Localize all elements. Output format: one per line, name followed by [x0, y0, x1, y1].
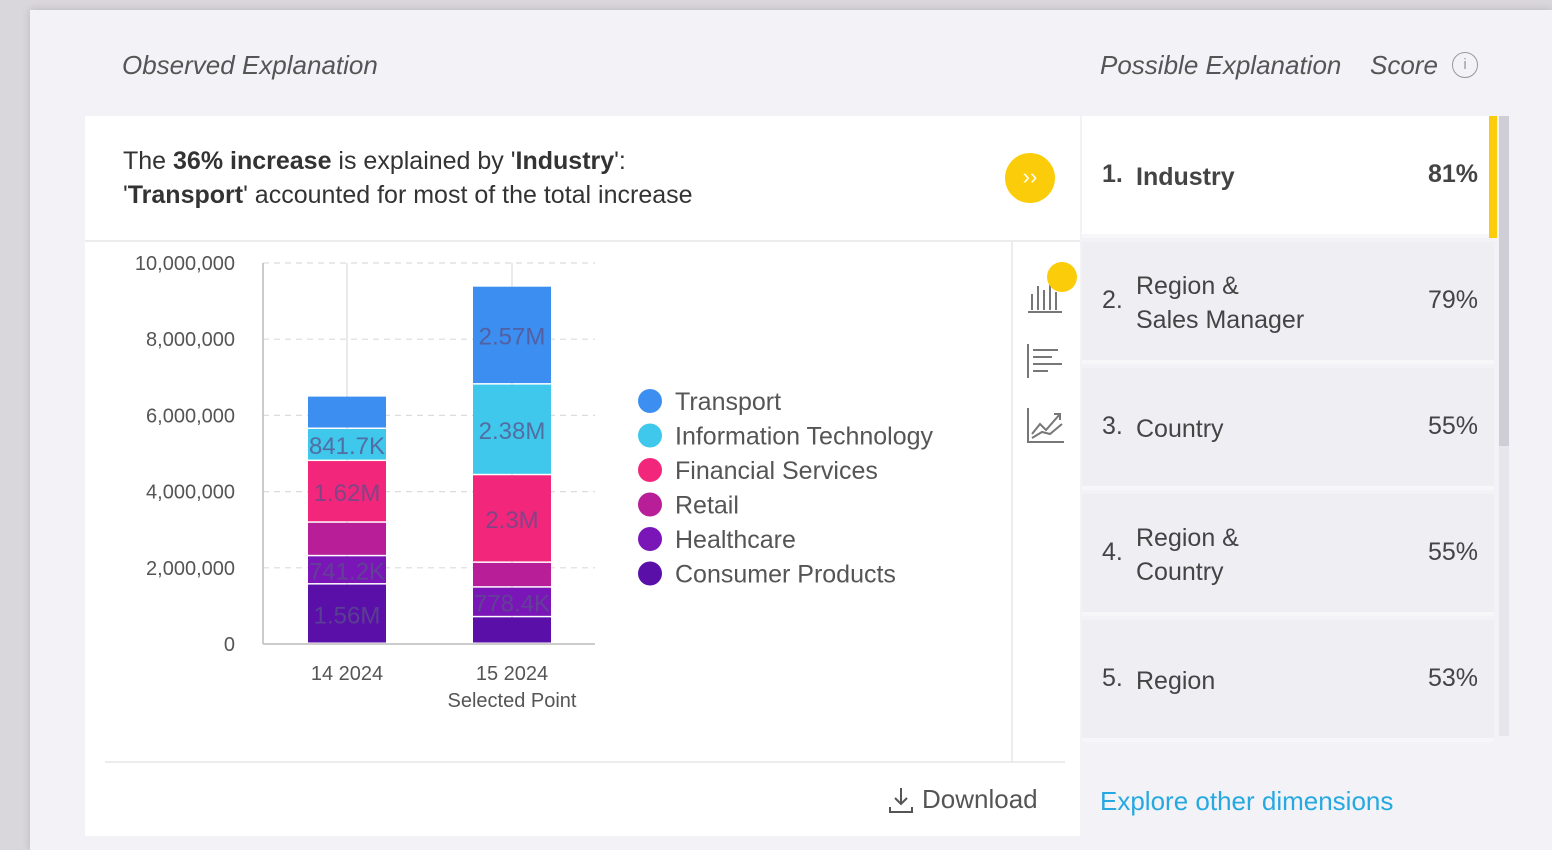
explanation-label: Region & Sales Manager — [1136, 272, 1305, 334]
explanation-row[interactable]: 3. Country 55% — [1082, 368, 1494, 490]
possible-explanation-header: Possible Explanation — [1100, 50, 1342, 80]
data-label: 778.4K — [474, 591, 550, 618]
explanation-label: Country — [1136, 415, 1224, 443]
bar-segment — [308, 396, 386, 428]
legend-swatch — [638, 389, 662, 413]
legend-label: Consumer Products — [675, 561, 896, 589]
explanation-score: 55% — [1427, 412, 1478, 440]
legend-label: Information Technology — [675, 423, 934, 451]
y-tick-label: 8,000,000 — [146, 329, 235, 351]
legend-swatch — [638, 458, 662, 482]
explanation-rank: 2. — [1102, 286, 1123, 314]
bar-segment — [308, 522, 386, 555]
divider — [1011, 242, 1013, 762]
explanation-score: 55% — [1427, 538, 1478, 566]
info-icon[interactable]: i — [1452, 52, 1478, 78]
download-button[interactable]: Download — [886, 784, 1038, 815]
active-indicator — [1489, 116, 1497, 238]
explanation-label: Region & Country — [1136, 524, 1239, 586]
x-tick-label: 15 2024 — [476, 663, 548, 685]
explanation-label: Industry — [1136, 163, 1235, 191]
download-icon — [889, 787, 913, 813]
explanation-rank: 5. — [1102, 664, 1123, 692]
divider — [105, 761, 1065, 763]
observed-explanation-header: Observed Explanation — [122, 50, 378, 80]
x-tick-label: 14 2024 — [311, 663, 383, 685]
legend-swatch — [638, 492, 662, 517]
explanation-rank: 3. — [1102, 412, 1123, 440]
legend-swatch — [638, 527, 662, 551]
bar-segment — [473, 617, 551, 643]
bar-segment — [473, 562, 551, 587]
y-tick-label: 2,000,000 — [146, 558, 235, 580]
divider — [85, 240, 1080, 242]
explanation-score: 79% — [1427, 286, 1478, 314]
legend-label: Healthcare — [675, 526, 796, 554]
legend-swatch — [638, 561, 662, 586]
data-label: 2.38M — [479, 418, 546, 445]
data-label: 1.62M — [314, 480, 381, 507]
line-chart-icon[interactable] — [1024, 404, 1066, 446]
explanation-row[interactable]: 4. Region & Country 55% — [1082, 494, 1494, 616]
data-label: 741.2K — [309, 558, 385, 585]
scrollbar-thumb[interactable] — [1499, 116, 1509, 446]
explanation-label: Region — [1136, 667, 1216, 695]
legend-label: Retail — [675, 492, 739, 520]
explore-other-dimensions-link[interactable]: Explore other dimensions — [1100, 786, 1393, 817]
score-header: Score — [1370, 50, 1438, 80]
explanation-rank: 1. — [1102, 160, 1123, 188]
notification-dot — [1047, 262, 1077, 292]
x-tick-sublabel: Selected Point — [448, 690, 577, 712]
sorted-list-icon[interactable] — [1024, 340, 1066, 382]
explanation-row[interactable]: 2. Region & Sales Manager 79% — [1082, 242, 1494, 364]
data-label: 2.57M — [479, 324, 546, 351]
stacked-bar-chart: 0 2,000,000 4,000,000 6,000,000 8,000,000 10,… — [135, 253, 934, 712]
summary-text: The 36% increase is explained by 'Indust… — [123, 147, 693, 209]
y-tick-label: 6,000,000 — [146, 405, 235, 427]
legend-swatch — [638, 423, 662, 448]
explanation-rank: 4. — [1102, 538, 1123, 566]
download-label: Download — [922, 784, 1038, 814]
y-tick-label: 4,000,000 — [146, 482, 235, 504]
explanation-score: 81% — [1427, 160, 1478, 188]
data-label: 1.56M — [314, 602, 381, 629]
y-tick-label: 10,000,000 — [135, 253, 235, 275]
next-explanation-button[interactable]: ›› — [1005, 153, 1055, 203]
explanation-row[interactable]: 5. Region 53% — [1082, 620, 1494, 742]
explanation-score: 53% — [1427, 664, 1478, 692]
data-label: 841.7K — [309, 433, 385, 460]
legend-label: Transport — [675, 388, 781, 416]
explanation-row[interactable]: 1. Industry 81% — [1082, 116, 1494, 238]
data-label: 2.3M — [485, 507, 538, 534]
y-tick-label: 0 — [224, 634, 235, 656]
legend-label: Financial Services — [675, 457, 878, 485]
